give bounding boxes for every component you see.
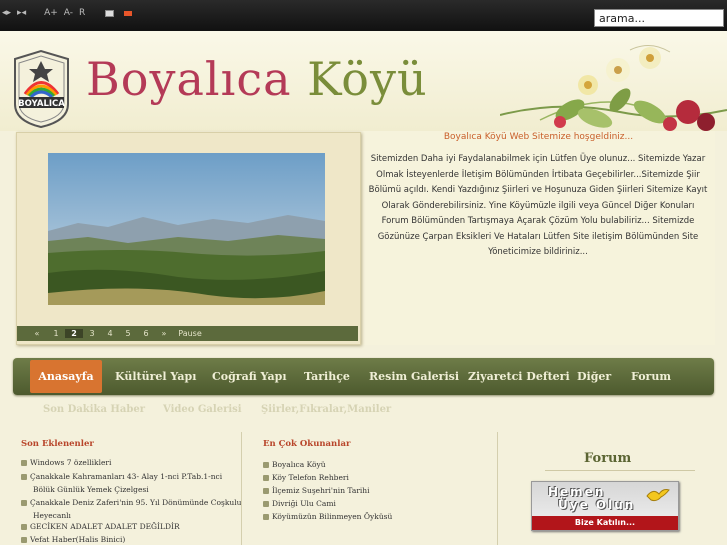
nav-item-forum[interactable]: Forum	[631, 358, 671, 395]
subnav-poems[interactable]: Şiirler,Fıkralar,Maniler	[261, 404, 391, 415]
forum-divider	[545, 470, 695, 471]
title-part1: Boyalıca	[86, 52, 292, 106]
bullet-icon	[263, 462, 269, 468]
nav-item-guestbook[interactable]: Ziyaretci Defteri	[468, 358, 570, 395]
nav-item-history[interactable]: Tarihçe	[304, 358, 350, 395]
search-input[interactable]	[594, 9, 724, 27]
slideshow-photo[interactable]	[48, 153, 325, 305]
welcome-text: Sitemizden Daha iyi Faydalanabilmek için…	[368, 154, 708, 257]
monitor-icon[interactable]	[105, 9, 115, 17]
column-divider	[241, 432, 242, 545]
popular-item[interactable]: İlçemiz Suşehri'nin Tarihi	[263, 486, 370, 495]
bullet-icon	[21, 524, 27, 530]
latest-item[interactable]: Windows 7 özellikleri	[21, 458, 111, 467]
bird-icon	[646, 489, 670, 502]
bullet-icon	[21, 500, 27, 506]
pager-last[interactable]: »	[155, 329, 173, 338]
popular-heading: En Çok Okunanlar	[263, 439, 351, 449]
latest-item[interactable]: Çanakkale Deniz Zaferi'nin 95. Yıl Dönüm…	[21, 498, 241, 507]
bullet-icon	[263, 514, 269, 520]
bullet-icon	[21, 537, 27, 543]
latest-item[interactable]: GECİKEN ADALET ADALET DEĞİLDİR	[21, 522, 180, 531]
nav-item-gallery[interactable]: Resim Galerisi	[369, 358, 459, 395]
pager-page-5[interactable]: 5	[119, 329, 137, 338]
subnav-video[interactable]: Video Galerisi	[163, 404, 242, 415]
site-title[interactable]: Boyalıca Köyü	[86, 52, 428, 106]
pager-page-3[interactable]: 3	[83, 329, 101, 338]
forum-heading: Forum	[584, 451, 632, 466]
latest-item-cont[interactable]: Bölük Günlük Yemek Çizelgesi	[33, 485, 149, 494]
nav-item-home[interactable]: Anasayfa	[30, 360, 102, 393]
bullet-icon	[263, 488, 269, 494]
latest-heading: Son Eklenenler	[21, 439, 94, 449]
banner-line1: Hemen	[548, 485, 606, 499]
subnav-news[interactable]: Son Dakika Haber	[43, 404, 145, 415]
bullet-icon	[21, 474, 27, 480]
latest-item-cont[interactable]: Heyecanlı	[33, 511, 71, 520]
bullet-icon	[263, 475, 269, 481]
flower-decoration	[500, 45, 727, 131]
pager-first[interactable]: «	[27, 329, 47, 338]
font-decrease-button[interactable]: A-	[64, 7, 73, 19]
pager-page-2[interactable]: 2	[65, 329, 83, 338]
latest-item[interactable]: Çanakkale Kahramanları 43- Alay 1-nci P.…	[21, 472, 222, 481]
column-divider	[497, 432, 498, 545]
latest-item[interactable]: Vefat Haber(Halis Binici)	[21, 535, 125, 544]
popular-item[interactable]: Boyalıca Köyü	[263, 460, 326, 469]
logo-text: BOYALICA	[18, 99, 65, 109]
font-reset-button[interactable]: R	[79, 7, 85, 19]
pager-page-1[interactable]: 1	[47, 329, 65, 338]
top-toolbar: ◂▸ ▸◂ A+ A- R	[0, 0, 727, 31]
toolbar-icons: ◂▸ ▸◂ A+ A- R	[2, 7, 133, 19]
flag-icon[interactable]	[124, 10, 133, 16]
popular-item[interactable]: Köy Telefon Rehberi	[263, 473, 349, 482]
title-part2: Köyü	[307, 52, 428, 106]
pager-page-6[interactable]: 6	[137, 329, 155, 338]
pager-page-4[interactable]: 4	[101, 329, 119, 338]
prev-icon[interactable]: ◂▸	[2, 7, 11, 19]
next-icon[interactable]: ▸◂	[17, 7, 26, 19]
welcome-title: Boyalıca Köyü Web Sitemize hoşgeldiniz..…	[443, 132, 634, 142]
main-nav: Anasayfa Kültürel Yapı Coğrafi Yapı Tari…	[13, 358, 714, 395]
banner-subtext: Bize Katılın...	[532, 516, 678, 530]
slideshow-pager: « 1 2 3 4 5 6 » Pause	[17, 326, 358, 341]
bullet-icon	[263, 501, 269, 507]
popular-item[interactable]: Divriği Ulu Cami	[263, 499, 336, 508]
font-increase-button[interactable]: A+	[44, 7, 58, 19]
nav-item-geography[interactable]: Coğrafi Yapı	[212, 358, 287, 395]
signup-banner[interactable]: Hemen Üye Olun Bize Katılın...	[531, 481, 679, 531]
popular-item[interactable]: Köyümüzün Bilinmeyen Öyküsü	[263, 512, 392, 521]
pager-pause[interactable]: Pause	[173, 329, 207, 338]
village-logo[interactable]: BOYALICA	[9, 49, 74, 129]
banner-line2: Üye Olun	[558, 498, 636, 512]
nav-item-other[interactable]: Diğer	[577, 358, 611, 395]
bullet-icon	[21, 460, 27, 466]
nav-item-culture[interactable]: Kültürel Yapı	[115, 358, 196, 395]
